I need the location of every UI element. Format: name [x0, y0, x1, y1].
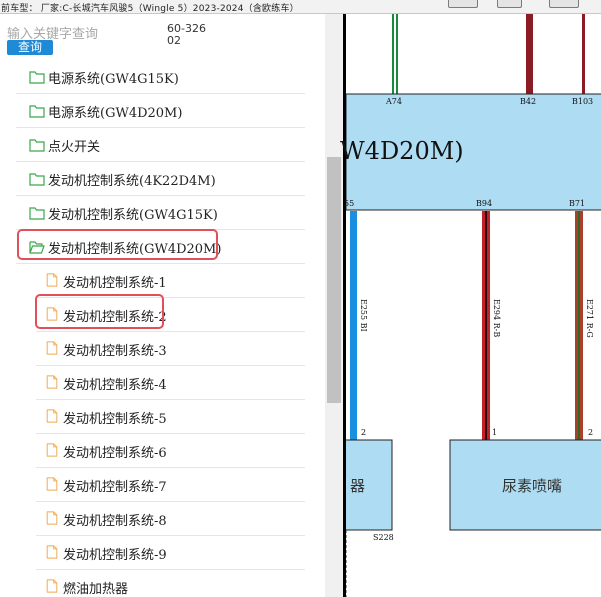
wire-darkred-b103 [582, 14, 585, 94]
tree-item-label: 燃油加热器 [63, 582, 129, 597]
wire-label-e271: E271 R-G [585, 299, 594, 338]
tree-item-label: 电源系统(GW4G15K) [48, 72, 179, 87]
tree-folder-item[interactable]: 点火开关 [0, 128, 325, 162]
top-bar: 前车型： 厂家:C-长城汽车风骏5（Wingle 5）2023-2024（含欧练… [0, 0, 601, 14]
wiring-diagram-panel: A74 B42 B103 W4D20M) 55 B94 B71 E255 BI … [340, 14, 601, 597]
folder-icon [29, 139, 45, 152]
toolbar-button-1[interactable] [448, 0, 478, 8]
pin-a74: A74 [386, 97, 402, 106]
folder-icon [29, 71, 45, 84]
document-icon [46, 443, 58, 457]
pin-number-left: 2 [361, 428, 367, 437]
result-count: 60-32602 [167, 22, 206, 47]
document-icon [46, 511, 58, 525]
tree-file-item[interactable]: 发动机控制系统-7 [0, 468, 325, 502]
tree-item-label: 发动机控制系统-9 [63, 548, 167, 563]
tree-folder-item[interactable]: 发动机控制系统(4K22D4M) [0, 162, 325, 196]
wire-stripe [485, 211, 487, 440]
vehicle-title: 前车型： 厂家:C-长城汽车风骏5（Wingle 5）2023-2024（含欧练… [1, 4, 299, 14]
tree-file-item[interactable]: 燃油加热器 [0, 570, 325, 597]
wire-darkred-b42 [526, 14, 533, 94]
tree-file-item[interactable]: 发动机控制系统-4 [0, 366, 325, 400]
toolbar-button-2[interactable] [497, 0, 522, 8]
scrollbar-track[interactable] [325, 14, 343, 597]
wire-label-e255: E255 BI [359, 299, 368, 332]
tree-item-label: 点火开关 [48, 140, 101, 155]
document-icon [46, 273, 58, 287]
wire-stripe [394, 14, 396, 94]
pin-b94: B94 [476, 199, 493, 208]
tree-item-label: 电源系统(GW4D20M) [48, 106, 183, 121]
tree-item-label: 发动机控制系统-6 [63, 446, 167, 461]
pin-55: 55 [344, 199, 355, 208]
tree-folder-item[interactable]: 电源系统(GW4G15K) [0, 60, 325, 94]
pin-number-mid: 1 [492, 428, 498, 437]
folder-icon [29, 207, 45, 220]
tree-folder-item[interactable]: 发动机控制系统(GW4G15K) [0, 196, 325, 230]
folder-icon [29, 105, 45, 118]
document-icon [46, 341, 58, 355]
document-icon [46, 375, 58, 389]
wiring-diagram-svg [346, 14, 601, 597]
component-left-label: 器 [350, 477, 366, 495]
tree-panel: 查询 60-32602 电源系统(GW4G15K) 电源系统(GW4D20M) … [0, 14, 343, 597]
search-button[interactable]: 查询 [7, 40, 53, 55]
tree-item-label: 发动机控制系统-8 [63, 514, 167, 529]
folder-icon [29, 173, 45, 186]
ground-label: S228 [373, 533, 394, 542]
wire-label-e294: E294 R-B [492, 299, 501, 338]
tree-item-label: 发动机控制系统-1 [63, 276, 167, 291]
component-urea-label: 尿素喷嘴 [502, 477, 563, 495]
tree-folder-item[interactable]: 电源系统(GW4D20M) [0, 94, 325, 128]
document-icon [46, 477, 58, 491]
tree-file-item[interactable]: 发动机控制系统-1 [0, 264, 325, 298]
tree-file-item[interactable]: 发动机控制系统-8 [0, 502, 325, 536]
document-icon [46, 409, 58, 423]
wire-blue-e255 [350, 211, 357, 440]
tree-item-label: 发动机控制系统-4 [63, 378, 167, 393]
tree-file-item[interactable]: 发动机控制系统-3 [0, 332, 325, 366]
tree-file-item[interactable]: 发动机控制系统-9 [0, 536, 325, 570]
pin-b71: B71 [569, 199, 586, 208]
tree-file-item[interactable]: 发动机控制系统-5 [0, 400, 325, 434]
pin-b42: B42 [520, 97, 537, 106]
document-icon [46, 545, 58, 559]
tree-item-label: 发动机控制系统-7 [63, 480, 167, 495]
tree-item-label: 发动机控制系统(4K22D4M) [48, 174, 216, 189]
tree-item-label: 发动机控制系统-5 [63, 412, 167, 427]
toolbar-button-3[interactable] [549, 0, 579, 8]
ecu-title: W4D20M) [340, 137, 464, 165]
wire-stripe [578, 211, 580, 440]
highlight-box-folder [17, 229, 218, 260]
tree-file-item[interactable]: 发动机控制系统-6 [0, 434, 325, 468]
pin-b103: B103 [572, 97, 594, 106]
tree-item-label: 发动机控制系统(GW4G15K) [48, 208, 218, 223]
highlight-box-file [35, 294, 164, 329]
tree-item-label: 发动机控制系统-3 [63, 344, 167, 359]
pin-number-right: 2 [588, 428, 594, 437]
scrollbar-thumb[interactable] [327, 157, 341, 403]
document-icon [46, 579, 58, 593]
